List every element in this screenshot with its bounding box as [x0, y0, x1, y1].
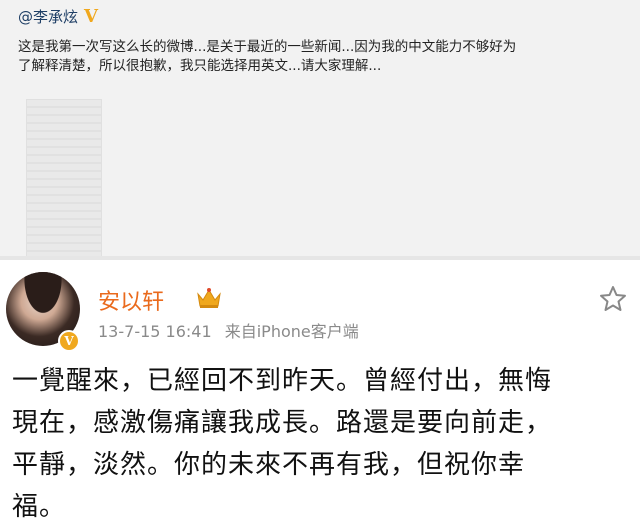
post-author-name[interactable]: 安以轩 [98, 284, 164, 316]
author-name[interactable]: @李承炫 [18, 6, 78, 27]
verified-icon: V [58, 330, 80, 352]
crown-icon [197, 288, 221, 308]
post-body-line: 一覺醒來，已經回不到昨天。曾經付出，無悔 [12, 366, 553, 396]
post-body-line: 現在，感激傷痛讓我成長。路還是要向前走， [12, 408, 553, 438]
post-top-text: 这是我第一次写这么长的微博...是关于最近的一些新闻...因为我的中文能力不够好… [18, 38, 578, 76]
post-top-card: @李承炫 V 这是我第一次写这么长的微博...是关于最近的一些新闻...因为我的… [0, 0, 640, 257]
post-divider [0, 256, 640, 260]
post-timestamp[interactable]: 13-7-15 16:41 [98, 322, 212, 341]
post-top-author[interactable]: @李承炫 V [18, 6, 98, 27]
post-meta: 13-7-15 16:41 来自iPhone客户端 [98, 318, 367, 342]
post-body-line: 平靜，淡然。你的未來不再有我，但祝你幸 [12, 450, 526, 480]
verified-icon: V [84, 5, 98, 27]
post-body-line: 福。 [12, 492, 67, 522]
post-top-line: 了解释清楚，所以很抱歉，我只能选择用英文...请大家理解... [18, 58, 382, 74]
post-body: 一覺醒來，已經回不到昨天。曾經付出，無悔 現在，感激傷痛讓我成長。路還是要向前走… [12, 360, 632, 528]
post-source: 来自iPhone客户端 [224, 322, 359, 341]
post-top-image-thumbnail[interactable] [26, 99, 102, 257]
star-icon[interactable] [598, 284, 628, 314]
post-top-line: 这是我第一次写这么长的微博...是关于最近的一些新闻...因为我的中文能力不够好… [18, 39, 517, 55]
